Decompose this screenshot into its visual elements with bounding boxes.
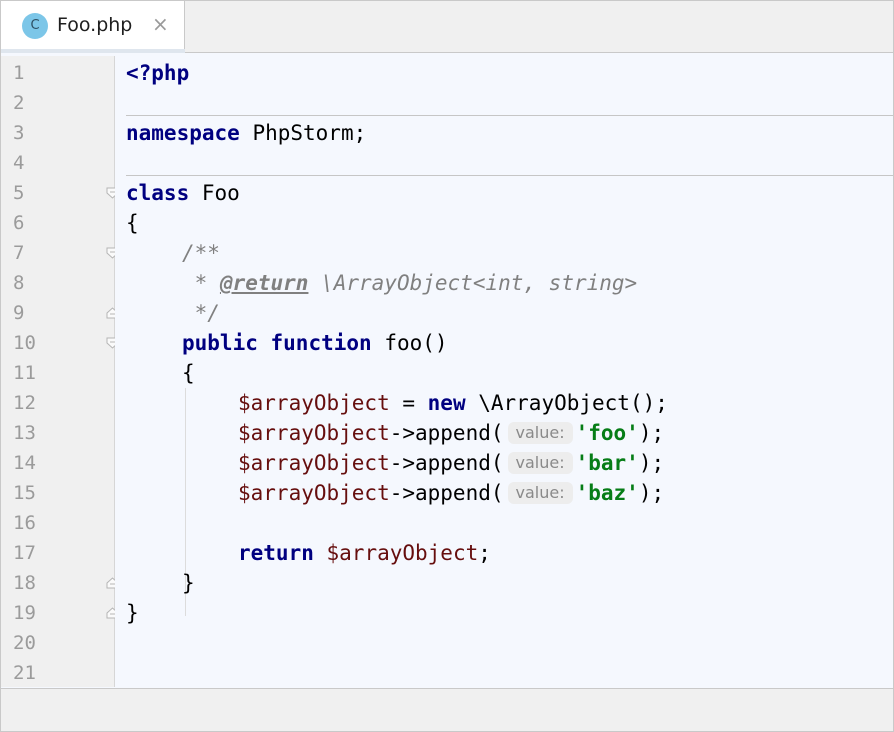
variable: $arrayObject — [238, 421, 390, 445]
code-line-10: public function foo() — [182, 328, 448, 358]
keyword: return — [238, 541, 314, 565]
line-number: 9 — [13, 302, 25, 324]
php-open-tag: <?php — [126, 61, 190, 85]
class-name: Foo — [189, 181, 240, 205]
line-number: 15 — [13, 482, 36, 504]
code-line-13: $arrayObject->append(value:'foo'); — [238, 418, 664, 448]
line-number: 8 — [13, 272, 25, 294]
line-number: 2 — [13, 92, 25, 114]
brace: } — [126, 601, 139, 625]
doc-tag: @return — [219, 271, 309, 295]
active-tab-indicator — [1, 49, 185, 53]
code-line-11: { — [182, 358, 195, 388]
line-number: 19 — [13, 602, 36, 624]
variable: $arrayObject — [238, 481, 390, 505]
line-number: 3 — [13, 122, 25, 144]
line-number: 5 — [13, 182, 25, 204]
constructor-call: \ArrayObject(); — [465, 391, 668, 415]
punctuation: ); — [638, 451, 665, 475]
operator: = — [389, 391, 428, 415]
section-separator — [126, 175, 893, 176]
keyword: class — [126, 181, 190, 205]
line-number: 4 — [13, 152, 25, 174]
line-number: 7 — [13, 242, 25, 264]
code-line-18: } — [182, 568, 195, 598]
string-literal: 'baz' — [575, 481, 639, 505]
keyword: namespace — [126, 121, 240, 145]
line-number: 12 — [13, 392, 36, 414]
line-number: 17 — [13, 542, 36, 564]
variable: $arrayObject — [238, 451, 390, 475]
punctuation: ); — [638, 481, 665, 505]
line-number: 14 — [13, 452, 36, 474]
code-line-5: class Foo — [126, 178, 240, 208]
code-line-15: $arrayObject->append(value:'baz'); — [238, 478, 664, 508]
code-line-17: return $arrayObject; — [238, 538, 491, 568]
line-number: 13 — [13, 422, 36, 444]
line-number-gutter: 1 2 3 4 5 6 7 8 9 10 11 12 13 14 15 16 1… — [1, 56, 119, 687]
code-line-12: $arrayObject = new \ArrayObject(); — [238, 388, 668, 418]
variable: $arrayObject — [238, 391, 390, 415]
keyword: public — [182, 331, 258, 355]
parameter-hint: value: — [507, 422, 573, 444]
line-number: 1 — [13, 62, 25, 84]
line-number: 18 — [13, 572, 36, 594]
code-line-1: <?php — [126, 58, 189, 88]
function-name: foo() — [371, 331, 448, 355]
doc-comment: /** — [182, 241, 220, 265]
punctuation: ); — [638, 421, 665, 445]
line-number: 10 — [13, 332, 36, 354]
brace: { — [126, 211, 139, 235]
php-class-icon: C — [22, 13, 48, 39]
namespace-name: PhpStorm; — [239, 121, 367, 145]
code-line-6: { — [126, 208, 139, 238]
code-editor[interactable]: <?php namespace PhpStorm; class Foo { /*… — [115, 56, 893, 687]
keyword: new — [427, 391, 466, 415]
method-call: ->append( — [389, 421, 504, 445]
line-number: 20 — [13, 632, 36, 654]
brace: { — [182, 361, 195, 385]
code-line-7: /** — [182, 238, 220, 268]
close-icon[interactable]: × — [152, 12, 169, 36]
line-number: 6 — [13, 212, 25, 234]
code-line-14: $arrayObject->append(value:'bar'); — [238, 448, 664, 478]
section-separator — [126, 115, 893, 116]
doc-comment: */ — [182, 301, 220, 325]
string-literal: 'foo' — [575, 421, 639, 445]
punctuation: ; — [478, 541, 491, 565]
parameter-hint: value: — [507, 482, 573, 504]
line-number: 11 — [13, 362, 36, 384]
method-call: ->append( — [389, 481, 504, 505]
editor-window: C Foo.php × 1 2 3 4 5 6 7 8 9 10 11 12 1… — [0, 0, 894, 732]
keyword: function — [270, 331, 372, 355]
doc-comment: * — [182, 271, 220, 295]
code-line-19: } — [126, 598, 139, 628]
variable: $arrayObject — [326, 541, 479, 565]
status-bar — [1, 688, 893, 731]
doc-type: \ArrayObject<int, string> — [308, 271, 638, 295]
brace: } — [182, 571, 195, 595]
tab-foo-php[interactable]: C Foo.php × — [1, 1, 185, 53]
tab-bar: C Foo.php × — [1, 1, 893, 53]
string-literal: 'bar' — [575, 451, 639, 475]
tab-label: Foo.php — [57, 14, 133, 36]
code-line-9: */ — [182, 298, 220, 328]
line-number: 16 — [13, 512, 36, 534]
parameter-hint: value: — [507, 452, 573, 474]
line-number: 21 — [13, 662, 36, 684]
method-call: ->append( — [389, 451, 504, 475]
code-line-3: namespace PhpStorm; — [126, 118, 366, 148]
code-line-8: * @return \ArrayObject<int, string> — [182, 268, 638, 298]
